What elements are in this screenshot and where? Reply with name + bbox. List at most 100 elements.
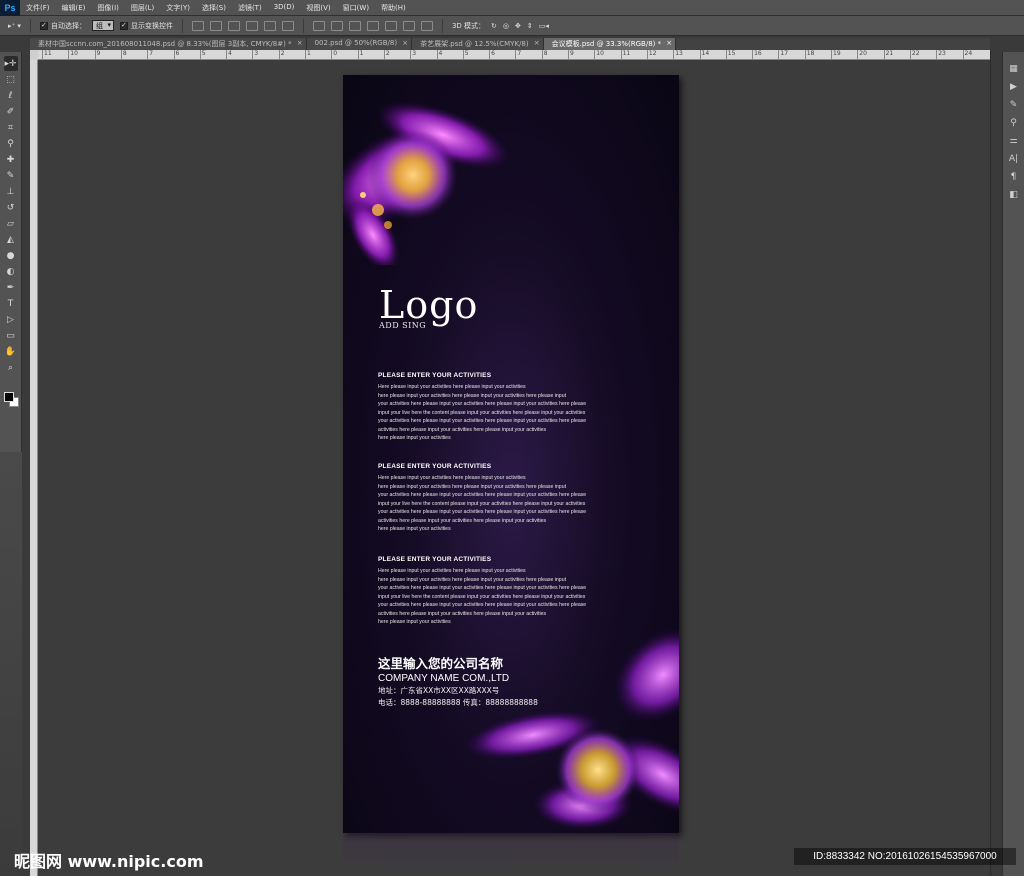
history-brush-icon[interactable]: ↺	[4, 200, 18, 215]
brush-icon[interactable]: ✎	[4, 168, 18, 183]
show-transform-checkbox[interactable]: ✓	[119, 21, 128, 30]
activity-section: PLEASE ENTER YOUR ACTIVITIES Here please …	[378, 372, 618, 443]
align-hcenter-icon[interactable]	[263, 20, 276, 31]
crop-icon[interactable]: ⌗	[4, 120, 18, 135]
close-tab-icon[interactable]: ×	[297, 39, 303, 47]
eyedropper-icon[interactable]: ⚲	[4, 136, 18, 151]
vertical-ruler[interactable]	[30, 60, 38, 876]
hand-icon[interactable]: ✋	[4, 344, 18, 359]
section-line: your activities here please input your a…	[378, 401, 587, 407]
menu-item[interactable]: 图像(I)	[91, 3, 125, 13]
show-transform-option[interactable]: ✓ 显示变换控件	[119, 21, 173, 31]
company-address: 地址：广东省XX市XX区XX路XXX号	[378, 686, 500, 695]
align-bottom-icon[interactable]	[227, 20, 240, 31]
lasso-icon[interactable]: ℓ	[4, 88, 18, 103]
menu-item[interactable]: 窗口(W)	[337, 3, 375, 13]
ruler-tick: 9	[568, 50, 574, 59]
3d-panel-icon[interactable]: ◧	[1007, 188, 1021, 202]
canvas-area[interactable]: Logo ADD SING PLEASE ENTER YOUR ACTIVITI…	[38, 60, 990, 876]
menu-item[interactable]: 选择(S)	[196, 3, 232, 13]
auto-select-option[interactable]: ✓ 自动选择：	[39, 21, 86, 31]
ruler-tick: 10	[68, 50, 78, 59]
brush-panel-icon[interactable]: ⚲	[1007, 116, 1021, 130]
auto-select-checkbox[interactable]: ✓	[39, 21, 48, 30]
healing-icon[interactable]: ✚	[4, 152, 18, 167]
bucket-icon[interactable]: ◭	[4, 232, 18, 247]
document-tab[interactable]: 002.psd @ 50%(RGB/8) ×	[306, 38, 413, 50]
stamp-icon[interactable]: ⊥	[4, 184, 18, 199]
dodge-icon[interactable]: ◐	[4, 264, 18, 279]
marquee-icon[interactable]: ⬚	[4, 72, 18, 87]
section-line: input your live here the content please …	[378, 500, 586, 507]
document-tab[interactable]: 会议模板.psd @ 33.3%(RGB/8) * ×	[543, 38, 677, 50]
auto-align-icon[interactable]	[420, 20, 433, 31]
poster-document[interactable]: Logo ADD SING PLEASE ENTER YOUR ACTIVITI…	[343, 75, 679, 833]
pen-icon[interactable]: ✒	[4, 280, 18, 295]
close-tab-icon[interactable]: ×	[402, 39, 408, 47]
menu-items: 文件(F) 编辑(E) 图像(I) 图层(L) 文字(Y) 选择(S) 滤镜(T) 3D(D)…	[20, 3, 412, 13]
move-icon[interactable]: ▸✛	[3, 56, 18, 71]
roll-3d-icon[interactable]: ◎	[503, 22, 509, 30]
actions-panel-icon[interactable]: ▶	[1007, 80, 1021, 94]
auto-select-label: 自动选择：	[50, 21, 86, 30]
ruler-tick: 15	[725, 50, 735, 59]
menu-item[interactable]: 3D(D)	[268, 3, 301, 13]
tool-presets-icon[interactable]: ✎	[1007, 98, 1021, 112]
rotate-3d-icon[interactable]: ↻	[491, 22, 497, 30]
ruler-tick: 10	[594, 50, 604, 59]
document-tab[interactable]: 素材中国sccnn.com_201608011048.psd @ 8.33%(图…	[30, 38, 307, 50]
distribute-vcenter-icon[interactable]	[330, 20, 343, 31]
slide-3d-icon[interactable]: ⇕	[527, 22, 533, 30]
vertical-scrollbar[interactable]	[990, 50, 1000, 876]
zoom-icon[interactable]: ⌕	[4, 360, 18, 375]
section-line: your activities here please input your a…	[378, 602, 587, 608]
menu-item[interactable]: 图层(L)	[125, 3, 160, 13]
menu-item[interactable]: 文件(F)	[20, 3, 56, 13]
distribute-hcenter-icon[interactable]	[384, 20, 397, 31]
character-panel-icon[interactable]: A|	[1007, 152, 1021, 166]
photoshop-logo-icon[interactable]: Ps	[0, 0, 20, 16]
ruler-tick: 3	[410, 50, 416, 59]
mode-3d-label: 3D 模式：	[451, 21, 486, 30]
menu-item[interactable]: 视图(V)	[300, 3, 336, 13]
align-right-icon[interactable]	[281, 20, 294, 31]
quick-select-icon[interactable]: ✐	[4, 104, 18, 119]
auto-select-dropdown[interactable]: 组	[91, 20, 114, 31]
distribute-bottom-icon[interactable]	[348, 20, 361, 31]
path-select-icon[interactable]: ▷	[4, 312, 18, 327]
camera-3d-icon[interactable]: ▭◂	[539, 22, 549, 30]
distribute-top-icon[interactable]	[312, 20, 325, 31]
move-tool-indicator[interactable]: ▸⁺ ▾	[8, 22, 21, 30]
blur-icon[interactable]: ●	[4, 248, 18, 263]
ruler-tick: 18	[804, 50, 814, 59]
horizontal-ruler[interactable]: 11 10 9 8 7 6 5 4 3 2 1 0 1 2 3 4 5 6 7 8 9 10 11 12 13 14 15 16 17 1…	[38, 50, 990, 60]
show-transform-label: 显示变换控件	[130, 21, 173, 30]
section-line: here please input your activities here p…	[378, 392, 567, 399]
align-top-icon[interactable]	[191, 20, 204, 31]
document-tab[interactable]: 茶艺展架.psd @ 12.5%(CMYK/8) ×	[412, 38, 544, 50]
type-icon[interactable]: T	[4, 296, 18, 311]
section-line: Here please input your activities here p…	[378, 475, 526, 481]
ruler-tick: 5	[199, 50, 206, 59]
menu-item[interactable]: 编辑(E)	[56, 3, 92, 13]
paragraph-panel-icon[interactable]: ¶	[1007, 170, 1021, 184]
close-tab-icon[interactable]: ×	[666, 39, 672, 47]
distribute-left-icon[interactable]	[366, 20, 379, 31]
menu-item[interactable]: 滤镜(T)	[232, 3, 268, 13]
distribute-right-icon[interactable]	[402, 20, 415, 31]
close-tab-icon[interactable]: ×	[534, 39, 540, 47]
section-line: here please input your activities here p…	[378, 483, 567, 490]
menu-item[interactable]: 帮助(H)	[375, 3, 412, 13]
shape-icon[interactable]: ▭	[4, 328, 18, 343]
foreground-color-swatch[interactable]	[4, 392, 14, 402]
ruler-tick: 4	[436, 50, 442, 59]
align-vcenter-icon[interactable]	[209, 20, 222, 31]
drag-3d-icon[interactable]: ✥	[515, 22, 521, 30]
section-line: here please input your activities	[378, 619, 451, 625]
align-left-icon[interactable]	[245, 20, 258, 31]
ruler-tick: 0	[331, 50, 337, 59]
menu-item[interactable]: 文字(Y)	[160, 3, 196, 13]
history-panel-icon[interactable]: ▦	[1007, 62, 1021, 76]
adjustments-icon[interactable]: ⚌	[1007, 134, 1021, 148]
eraser-icon[interactable]: ▱	[4, 216, 18, 231]
